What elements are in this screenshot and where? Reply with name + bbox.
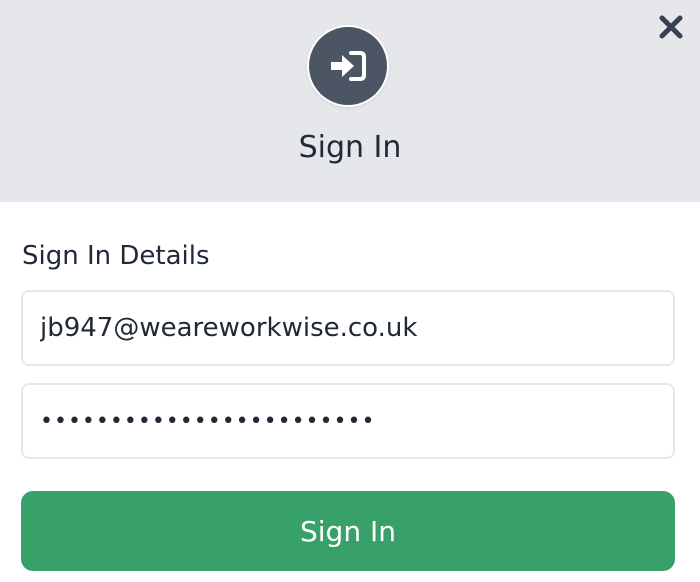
email-field[interactable] xyxy=(21,290,675,366)
close-button[interactable] xyxy=(654,10,688,44)
sign-in-icon xyxy=(331,51,366,81)
modal-header: Sign In xyxy=(0,0,700,202)
sign-in-modal: Sign In Sign In Details Sign In xyxy=(0,0,700,582)
section-label: Sign In Details xyxy=(22,241,210,271)
password-field[interactable] xyxy=(21,383,675,459)
sign-in-icon-badge xyxy=(309,27,387,105)
modal-title: Sign In xyxy=(298,130,402,165)
sign-in-button[interactable]: Sign In xyxy=(21,491,675,571)
close-icon xyxy=(659,15,683,39)
